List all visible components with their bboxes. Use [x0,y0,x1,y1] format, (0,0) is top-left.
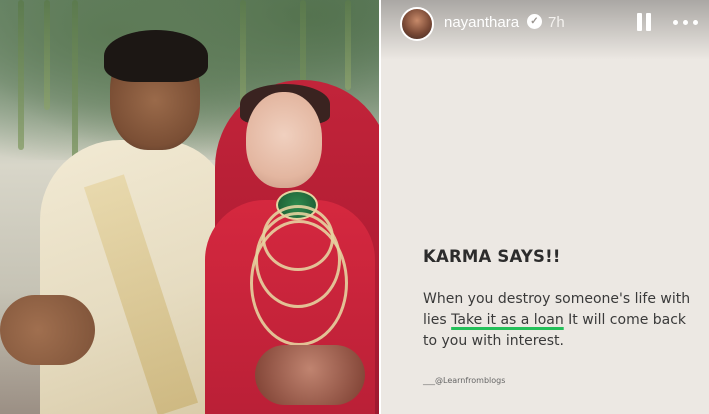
hanging-vine [44,0,50,110]
avatar[interactable] [400,7,434,41]
hanging-vine [345,0,351,90]
quote-credit: ___@Learnfromblogs [423,376,506,385]
quote-title: KARMA SAYS!! [423,247,561,266]
bride-face [246,92,322,188]
quote-body: When you destroy someone's life with lie… [423,289,693,352]
quote-highlight: Take it as a loan [451,312,564,328]
verified-badge-icon: ✓ [527,14,542,29]
story-username[interactable]: nayanthara [444,14,519,31]
groom-arm [0,295,95,365]
instagram-story[interactable]: nayanthara ✓ 7h KARMA SAYS!! When you de… [381,0,709,414]
story-timestamp: 7h [548,14,565,31]
bride-hands [255,345,365,405]
pause-icon[interactable] [636,13,652,31]
composite-screenshot: nayanthara ✓ 7h KARMA SAYS!! When you de… [0,0,709,414]
wedding-photo [0,0,379,414]
groom-hair [104,30,208,82]
necklace-strand [250,220,348,346]
more-options-icon[interactable] [671,12,701,32]
hanging-vine [18,0,24,150]
